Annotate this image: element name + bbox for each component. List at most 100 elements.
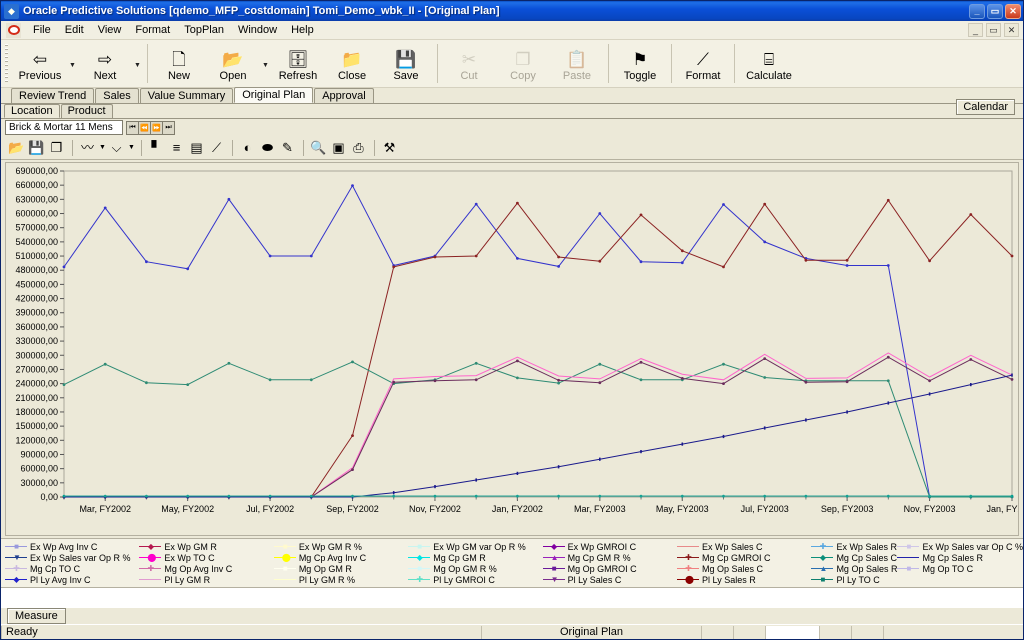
legend-item[interactable]: Pl Ly GM R % xyxy=(273,574,408,585)
tab-review-trend[interactable]: Review Trend xyxy=(11,88,95,103)
legend-marker-icon: ✚ xyxy=(5,564,27,573)
legend-item[interactable]: ✚ Ex Wp Sales R xyxy=(811,541,897,552)
mdi-restore-button[interactable]: ▭ xyxy=(986,23,1001,37)
toolbar-grip[interactable] xyxy=(4,44,10,83)
legend-item[interactable]: ◆ Pl Ly Avg Inv C xyxy=(5,574,139,585)
legend-item[interactable]: ⬤ Ex Wp TO C xyxy=(139,552,273,563)
nav-last-icon[interactable]: ⏭ xyxy=(162,120,175,135)
legend-item[interactable]: ◆ Ex Wp GM R xyxy=(139,541,273,552)
tools-icon[interactable]: ⚒ xyxy=(380,138,399,157)
measure-button[interactable]: Measure xyxy=(7,608,66,624)
chart-type-dropdown-icon[interactable]: ▼ xyxy=(98,144,107,151)
legend-item[interactable]: ⬤ Mg Cp Avg Inv C xyxy=(273,552,408,563)
save-icon[interactable]: 💾 xyxy=(27,138,46,157)
cut-button[interactable]: ✂ Cut xyxy=(442,40,496,87)
next-button[interactable]: ⇨ Next xyxy=(78,40,132,87)
legend-item[interactable]: ▲ Mg Cp GM R % xyxy=(542,552,677,563)
calendar-button[interactable]: Calendar xyxy=(956,99,1015,115)
tab-sales[interactable]: Sales xyxy=(95,88,139,103)
location-selector-input[interactable]: Brick & Mortar 11 Mens xyxy=(5,120,123,135)
subtab-product[interactable]: Product xyxy=(60,104,113,118)
new-button[interactable]: 🗋 New xyxy=(152,40,206,87)
legend-item[interactable]: ✚ Mg Op Sales C xyxy=(677,563,811,574)
legend-item[interactable]: ✚ Mg Cp GMROI C xyxy=(677,552,811,563)
x-axis-tick-label: Sep, FY2003 xyxy=(821,504,874,514)
legend-item[interactable]: ■ Mg Op TO C xyxy=(897,563,1023,574)
list-view-icon[interactable]: ≡ xyxy=(167,138,186,157)
copy-button[interactable]: ❐ Copy xyxy=(496,40,550,87)
paste-button[interactable]: 📋 Paste xyxy=(550,40,604,87)
legend-item[interactable]: ⬤ Pl Ly Sales R xyxy=(677,574,811,585)
legend-item[interactable]: ■ Mg Op GM R % xyxy=(408,563,542,574)
tab-value-summary[interactable]: Value Summary xyxy=(139,88,234,103)
legend-item[interactable]: ✚ Mg Cp TO C xyxy=(5,563,139,574)
legend-item[interactable]: ▲ Mg Op Sales R xyxy=(811,563,897,574)
legend-item[interactable]: ▼ Ex Wp Sales var Op R % xyxy=(5,552,139,563)
save-button[interactable]: 💾 Save xyxy=(379,40,433,87)
menu-item-edit[interactable]: Edit xyxy=(58,22,91,38)
legend-item[interactable]: Mg Cp Sales R xyxy=(897,552,1023,563)
menu-item-file[interactable]: File xyxy=(26,22,58,38)
legend-item[interactable]: ■ Ex Wp GM R % xyxy=(273,541,408,552)
mdi-minimize-button[interactable]: _ xyxy=(968,23,983,37)
legend-item[interactable]: ■ Ex Wp Sales var Op C % xyxy=(897,541,1023,552)
toggle-button[interactable]: ⚑ Toggle xyxy=(613,40,667,87)
data-sheet-icon[interactable]: ▤ xyxy=(187,138,206,157)
close-button[interactable]: ✕ xyxy=(1005,3,1021,19)
menu-item-view[interactable]: View xyxy=(91,22,129,38)
copy-icon[interactable]: ❐ xyxy=(47,138,66,157)
legend-item[interactable]: ✚ Pl Ly GMROI C xyxy=(408,574,542,585)
legend-item[interactable]: ✚ Mg Op Avg Inv C xyxy=(139,563,273,574)
fill-color-icon[interactable]: ⌵ xyxy=(107,138,126,157)
legend-item[interactable]: Pl Ly GM R xyxy=(139,574,273,585)
legend-item[interactable]: ◆ Mg Cp Sales C xyxy=(811,552,897,563)
refresh-button[interactable]: 🗄 Refresh xyxy=(271,40,325,87)
print-preview-icon[interactable]: ▣ xyxy=(329,138,348,157)
previous-button[interactable]: ⇦ Previous xyxy=(13,40,67,87)
chart-data-point xyxy=(516,359,519,363)
chart-data-point xyxy=(722,265,725,269)
line-chart[interactable]: 690000,00 660000,00 630000,00 600000,00 5700… xyxy=(6,163,1019,523)
tab-approval[interactable]: Approval xyxy=(314,88,374,103)
open-button[interactable]: 📂 Open xyxy=(206,40,260,87)
fill-color-dropdown-icon[interactable]: ▼ xyxy=(127,144,136,151)
maximize-button[interactable]: ▭ xyxy=(987,3,1003,19)
legend-item[interactable]: Ex Wp Sales C xyxy=(677,541,811,552)
legend-item[interactable]: ◆ Mg Cp GM R xyxy=(408,552,542,563)
mdi-close-button[interactable]: ✕ xyxy=(1004,23,1019,37)
chart-plot-container[interactable]: 690000,00 660000,00 630000,00 600000,00 5700… xyxy=(5,162,1019,536)
menu-item-window[interactable]: Window xyxy=(231,22,284,38)
minimize-button[interactable]: _ xyxy=(969,3,985,19)
chart-data-point xyxy=(309,378,313,382)
previous-dropdown-icon[interactable]: ▼ xyxy=(67,40,78,87)
chart-type-icon[interactable]: 〰 xyxy=(78,138,97,157)
legend-item[interactable]: ■ Ex Wp GM var Op R % xyxy=(408,541,542,552)
shape-icon[interactable]: ⬬ xyxy=(258,138,277,157)
calculate-button[interactable]: ⌸ Calculate xyxy=(739,40,799,87)
subtab-location[interactable]: Location xyxy=(4,104,60,118)
bar-chart-icon[interactable]: ▘ xyxy=(147,138,166,157)
open-icon[interactable]: 📂 xyxy=(7,138,26,157)
legend-item[interactable]: ■ Pl Ly TO C xyxy=(811,574,897,585)
chart-data-point xyxy=(639,360,643,364)
menu-item-format[interactable]: Format xyxy=(128,22,177,38)
legend-item[interactable]: ■ Mg Op GM R xyxy=(273,563,408,574)
trend-icon[interactable]: ⟋ xyxy=(207,138,226,157)
close-doc-button[interactable]: 📁 Close xyxy=(325,40,379,87)
menu-item-topplan[interactable]: TopPlan xyxy=(177,22,231,38)
print-icon[interactable]: ⎙ xyxy=(349,138,368,157)
paint-icon[interactable]: ✎ xyxy=(278,138,297,157)
next-dropdown-icon[interactable]: ▼ xyxy=(132,40,143,87)
chart-data-point xyxy=(62,383,66,386)
zoom-icon[interactable]: 🔍 xyxy=(309,138,328,157)
tab-original-plan[interactable]: Original Plan xyxy=(234,87,314,103)
binoculars-icon[interactable]: ◐ xyxy=(238,138,257,157)
open-dropdown-icon[interactable]: ▼ xyxy=(260,40,271,87)
legend-item[interactable]: ■ Mg Op GMROI C xyxy=(542,563,677,574)
legend-item[interactable]: ◆ Ex Wp GMROI C xyxy=(542,541,677,552)
chart-data-point xyxy=(680,377,684,380)
menu-item-help[interactable]: Help xyxy=(284,22,321,38)
format-button[interactable]: ⟋ Format xyxy=(676,40,730,87)
legend-item[interactable]: ▼ Pl Ly Sales C xyxy=(542,574,677,585)
legend-item[interactable]: ■ Ex Wp Avg Inv C xyxy=(5,541,139,552)
